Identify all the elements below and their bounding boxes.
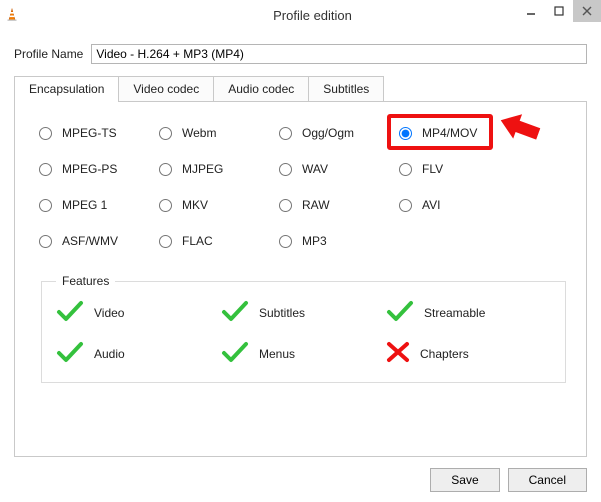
radio-icon[interactable]	[399, 163, 412, 176]
feature-chapters: Chapters	[386, 341, 551, 366]
option-label: ASF/WMV	[62, 234, 118, 248]
feature-label: Streamable	[424, 306, 485, 320]
check-icon	[56, 341, 84, 366]
radio-icon[interactable]	[279, 127, 292, 140]
radio-icon[interactable]	[39, 199, 52, 212]
save-button[interactable]: Save	[430, 468, 499, 492]
option-wav[interactable]: WAV	[279, 162, 399, 176]
option-label: MPEG-TS	[62, 126, 117, 140]
option-mp3[interactable]: MP3	[279, 234, 399, 248]
tab-row: Encapsulation Video codec Audio codec Su…	[14, 76, 587, 102]
option-mpeg-ps[interactable]: MPEG-PS	[39, 162, 159, 176]
close-button[interactable]	[573, 0, 601, 22]
maximize-button[interactable]	[545, 0, 573, 22]
option-label: WAV	[302, 162, 328, 176]
dialog-buttons: Save Cancel	[430, 468, 587, 492]
option-label: MKV	[182, 198, 208, 212]
option-flv[interactable]: FLV	[399, 162, 519, 176]
option-asf-wmv[interactable]: ASF/WMV	[39, 234, 159, 248]
tab-audio-codec[interactable]: Audio codec	[213, 76, 309, 102]
radio-icon[interactable]	[159, 163, 172, 176]
option-avi[interactable]: AVI	[399, 198, 519, 212]
radio-icon[interactable]	[279, 199, 292, 212]
feature-label: Video	[94, 306, 124, 320]
profile-name-row: Profile Name	[14, 44, 587, 64]
radio-icon[interactable]	[39, 163, 52, 176]
cross-icon	[386, 341, 410, 366]
features-box: Features Video Subtitles Streamable Audi…	[41, 274, 566, 383]
option-label: AVI	[422, 198, 440, 212]
option-mpeg-ts[interactable]: MPEG-TS	[39, 126, 159, 140]
window-controls	[517, 0, 601, 22]
option-label: MPEG 1	[62, 198, 107, 212]
feature-subtitles: Subtitles	[221, 300, 386, 325]
window-title: Profile edition	[24, 8, 601, 23]
annotation-highlight	[387, 114, 493, 150]
radio-icon[interactable]	[279, 163, 292, 176]
feature-label: Chapters	[420, 347, 469, 361]
radio-icon[interactable]	[159, 199, 172, 212]
option-mkv[interactable]: MKV	[159, 198, 279, 212]
radio-icon[interactable]	[159, 127, 172, 140]
feature-label: Subtitles	[259, 306, 305, 320]
feature-menus: Menus	[221, 341, 386, 366]
profile-name-input[interactable]	[91, 44, 587, 64]
features-legend: Features	[56, 274, 115, 288]
option-mjpeg[interactable]: MJPEG	[159, 162, 279, 176]
features-grid: Video Subtitles Streamable Audio Menus	[56, 300, 551, 366]
radio-icon[interactable]	[399, 199, 412, 212]
feature-label: Menus	[259, 347, 295, 361]
profile-name-label: Profile Name	[14, 47, 83, 61]
vlc-cone-icon	[0, 8, 24, 22]
option-label: Webm	[182, 126, 216, 140]
cancel-button[interactable]: Cancel	[508, 468, 587, 492]
option-label: FLV	[422, 162, 443, 176]
check-icon	[386, 300, 414, 325]
tab-subtitles[interactable]: Subtitles	[308, 76, 384, 102]
tab-encapsulation[interactable]: Encapsulation	[14, 76, 119, 102]
minimize-button[interactable]	[517, 0, 545, 22]
check-icon	[221, 300, 249, 325]
feature-audio: Audio	[56, 341, 221, 366]
option-mpeg-1[interactable]: MPEG 1	[39, 198, 159, 212]
option-label: RAW	[302, 198, 330, 212]
option-label: Ogg/Ogm	[302, 126, 354, 140]
vlc-cone-icon	[5, 8, 19, 22]
feature-streamable: Streamable	[386, 300, 551, 325]
feature-label: Audio	[94, 347, 125, 361]
option-raw[interactable]: RAW	[279, 198, 399, 212]
dialog-body: Profile Name Encapsulation Video codec A…	[0, 30, 601, 502]
option-label: FLAC	[182, 234, 213, 248]
option-label: MJPEG	[182, 162, 223, 176]
radio-icon[interactable]	[39, 127, 52, 140]
titlebar: Profile edition	[0, 0, 601, 30]
check-icon	[221, 341, 249, 366]
radio-icon[interactable]	[39, 235, 52, 248]
option-label: MP3	[302, 234, 327, 248]
option-webm[interactable]: Webm	[159, 126, 279, 140]
radio-icon[interactable]	[279, 235, 292, 248]
option-ogg-ogm[interactable]: Ogg/Ogm	[279, 126, 399, 140]
option-label: MPEG-PS	[62, 162, 117, 176]
tabpanel-encapsulation: MPEG-TS Webm Ogg/Ogm MP4/MOV MPEG-PS MJP…	[14, 101, 587, 457]
tab-video-codec[interactable]: Video codec	[118, 76, 214, 102]
radio-icon[interactable]	[159, 235, 172, 248]
option-flac[interactable]: FLAC	[159, 234, 279, 248]
feature-video: Video	[56, 300, 221, 325]
check-icon	[56, 300, 84, 325]
